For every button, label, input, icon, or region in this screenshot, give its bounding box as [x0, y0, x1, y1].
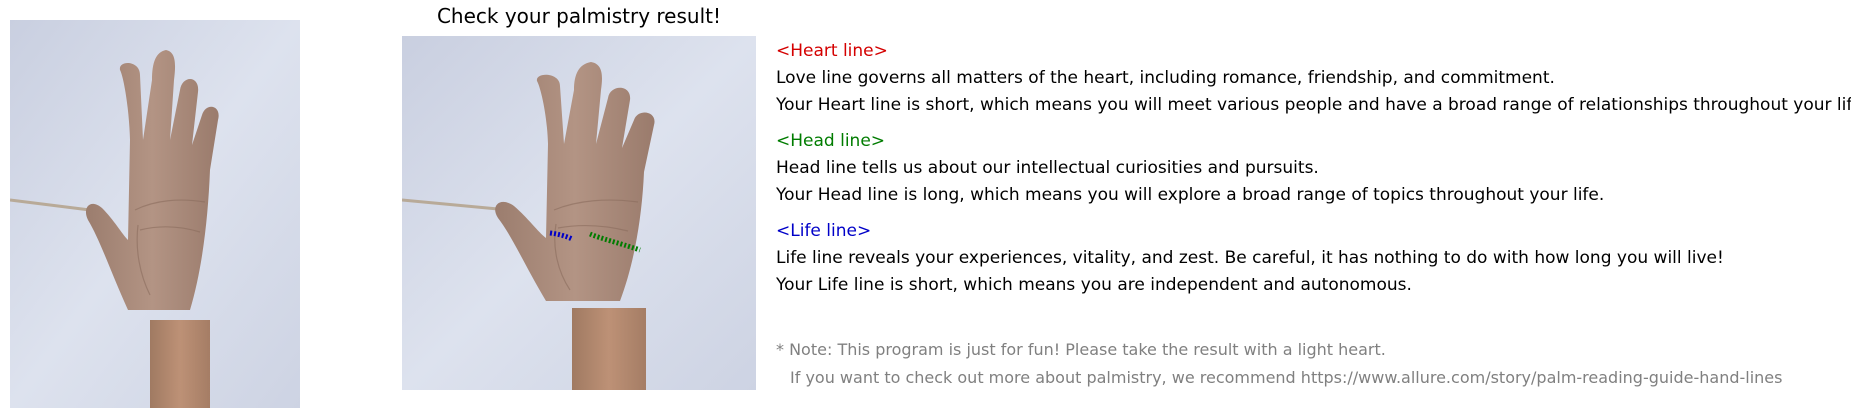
head-line-section: <Head line> Head line tells us about our…	[776, 128, 1604, 209]
original-palm-image	[10, 20, 300, 408]
life-line-result: Your Life line is short, which means you…	[776, 275, 1412, 295]
life-line-section: <Life line> Life line reveals your exper…	[776, 218, 1724, 299]
life-line-description: Life line reveals your experiences, vita…	[776, 248, 1724, 268]
result-title: Check your palmistry result!	[436, 4, 722, 28]
annotated-palm-image	[402, 36, 756, 390]
head-line-description: Head line tells us about our intellectua…	[776, 158, 1319, 178]
head-line-heading: <Head line>	[776, 131, 886, 151]
head-line-result: Your Head line is long, which means you …	[776, 185, 1605, 205]
fun-note: * Note: This program is just for fun! Pl…	[776, 340, 1386, 359]
life-line-heading: <Life line>	[776, 221, 872, 241]
heart-line-heading: <Heart line>	[776, 41, 888, 61]
heart-line-result: Your Heart line is short, which means yo…	[776, 95, 1851, 115]
heart-line-description: Love line governs all matters of the hea…	[776, 68, 1555, 88]
heart-line-section: <Heart line> Love line governs all matte…	[776, 38, 1851, 119]
reference-note: If you want to check out more about palm…	[790, 368, 1783, 387]
